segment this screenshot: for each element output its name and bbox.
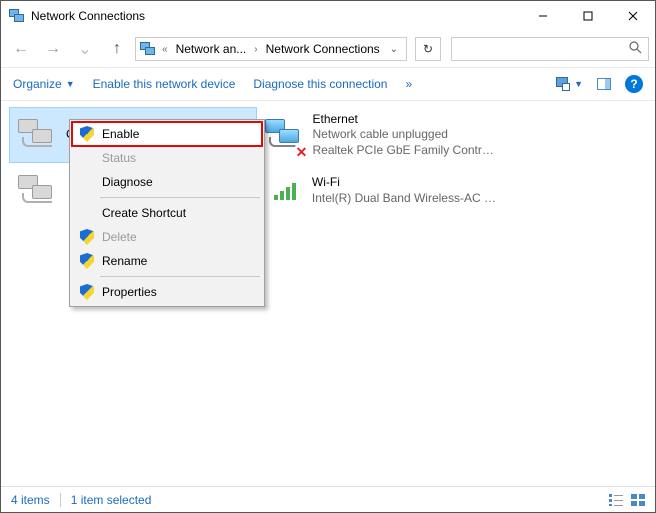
preview-pane-button[interactable] <box>597 78 611 90</box>
context-menu: Enable Status Diagnose Create Shortcut D… <box>69 119 265 307</box>
adapter-status: Network cable unplugged <box>313 127 499 143</box>
network-adapter-icon: ✕ <box>264 113 307 157</box>
chevron-down-icon: ▼ <box>574 79 583 89</box>
shield-icon <box>78 252 96 270</box>
nav-row: ← → ⌄ ↑ « Network an... › Network Connec… <box>1 31 655 67</box>
help-button[interactable]: ? <box>625 75 643 93</box>
selection-count: 1 item selected <box>71 493 152 507</box>
network-adapter-icon <box>16 169 60 213</box>
ctx-delete: Delete <box>72 225 262 249</box>
organize-menu[interactable]: Organize▼ <box>13 77 75 91</box>
chevron-down-icon: ▼ <box>66 79 75 89</box>
item-count: 4 items <box>11 493 50 507</box>
command-bar: Organize▼ Enable this network device Dia… <box>1 67 655 101</box>
window-frame: Network Connections ← → ⌄ ↑ « Network an… <box>0 0 656 513</box>
view-icon <box>556 77 570 91</box>
address-bar[interactable]: « Network an... › Network Connections ⌄ <box>135 37 407 61</box>
separator <box>60 493 61 507</box>
adapter-device: Intel(R) Dual Band Wireless-AC 31... <box>312 191 498 207</box>
chevron-right-icon[interactable]: › <box>252 44 259 55</box>
titlebar[interactable]: Network Connections <box>1 1 655 31</box>
network-adapter-icon <box>16 113 60 157</box>
minimize-button[interactable] <box>520 1 565 31</box>
ctx-create-shortcut[interactable]: Create Shortcut <box>72 201 262 225</box>
adapter-wifi[interactable]: Wi-Fi Intel(R) Dual Band Wireless-AC 31.… <box>257 163 505 219</box>
wifi-icon <box>264 169 306 213</box>
enable-device-button[interactable]: Enable this network device <box>93 77 236 91</box>
ctx-properties[interactable]: Properties <box>72 280 262 304</box>
maximize-button[interactable] <box>565 1 610 31</box>
view-menu[interactable]: ▼ <box>556 77 583 91</box>
adapter-ethernet[interactable]: ✕ Ethernet Network cable unplugged Realt… <box>257 107 505 163</box>
ctx-enable[interactable]: Enable <box>72 122 262 146</box>
back-button[interactable]: ← <box>7 36 35 62</box>
error-overlay-icon: ✕ <box>295 145 309 159</box>
separator <box>100 197 260 198</box>
refresh-button[interactable]: ↻ <box>415 37 441 61</box>
tiles-view-button[interactable] <box>631 494 645 506</box>
preview-pane-icon <box>597 78 611 90</box>
close-button[interactable] <box>610 1 655 31</box>
details-view-button[interactable] <box>609 494 623 506</box>
separator <box>100 276 260 277</box>
search-icon[interactable] <box>629 41 642 57</box>
status-bar: 4 items 1 item selected <box>1 486 655 512</box>
window-buttons <box>520 1 655 31</box>
app-icon <box>9 9 25 23</box>
ctx-status: Status <box>72 146 262 170</box>
address-dropdown-icon[interactable]: ⌄ <box>386 44 402 55</box>
overflow-button[interactable]: » <box>405 77 412 91</box>
adapter-name: Wi-Fi <box>312 175 498 191</box>
ctx-diagnose[interactable]: Diagnose <box>72 170 262 194</box>
chevron-icon[interactable]: « <box>160 44 170 55</box>
ctx-rename[interactable]: Rename <box>72 249 262 273</box>
search-box[interactable] <box>451 37 649 61</box>
recent-locations-button[interactable]: ⌄ <box>71 36 99 62</box>
forward-button[interactable]: → <box>39 36 67 62</box>
shield-icon <box>78 228 96 246</box>
adapter-device: Realtek PCIe GbE Family Controller <box>313 143 499 159</box>
up-button[interactable]: ↑ <box>103 36 131 62</box>
diagnose-button[interactable]: Diagnose this connection <box>253 77 387 91</box>
address-icon <box>140 42 156 56</box>
adapter-name: Ethernet <box>313 112 499 128</box>
window-title: Network Connections <box>31 9 145 23</box>
breadcrumb-leaf[interactable]: Network Connections <box>264 42 382 56</box>
search-input[interactable] <box>458 41 629 57</box>
shield-icon <box>78 125 96 143</box>
shield-icon <box>78 283 96 301</box>
breadcrumb-root[interactable]: Network an... <box>174 42 249 56</box>
